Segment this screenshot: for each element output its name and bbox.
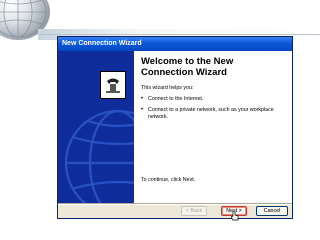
- list-item: Connect to the Internet.: [141, 96, 286, 103]
- phone-icon: [100, 71, 126, 99]
- cancel-button[interactable]: Cancel: [256, 206, 288, 216]
- intro-text: This wizard helps you:: [141, 85, 194, 91]
- list-item: Connect to a private network, such as yo…: [141, 107, 286, 121]
- hand-cursor-icon: [231, 211, 239, 221]
- slide-header-line: [38, 34, 320, 35]
- wizard-side-panel: [58, 51, 134, 203]
- wizard-content: Welcome to the New Connection Wizard Thi…: [134, 51, 292, 203]
- continue-instruction: To continue, click Next.: [141, 177, 196, 183]
- back-button[interactable]: < Back: [181, 206, 207, 216]
- wizard-dialog: New Connection Wizard Welcome to the New…: [57, 36, 293, 221]
- page-title: Welcome to the New Connection Wizard: [141, 56, 234, 78]
- button-divider: [58, 203, 292, 205]
- feature-list: Connect to the Internet. Connect to a pr…: [141, 96, 286, 121]
- window-title[interactable]: New Connection Wizard: [58, 37, 292, 51]
